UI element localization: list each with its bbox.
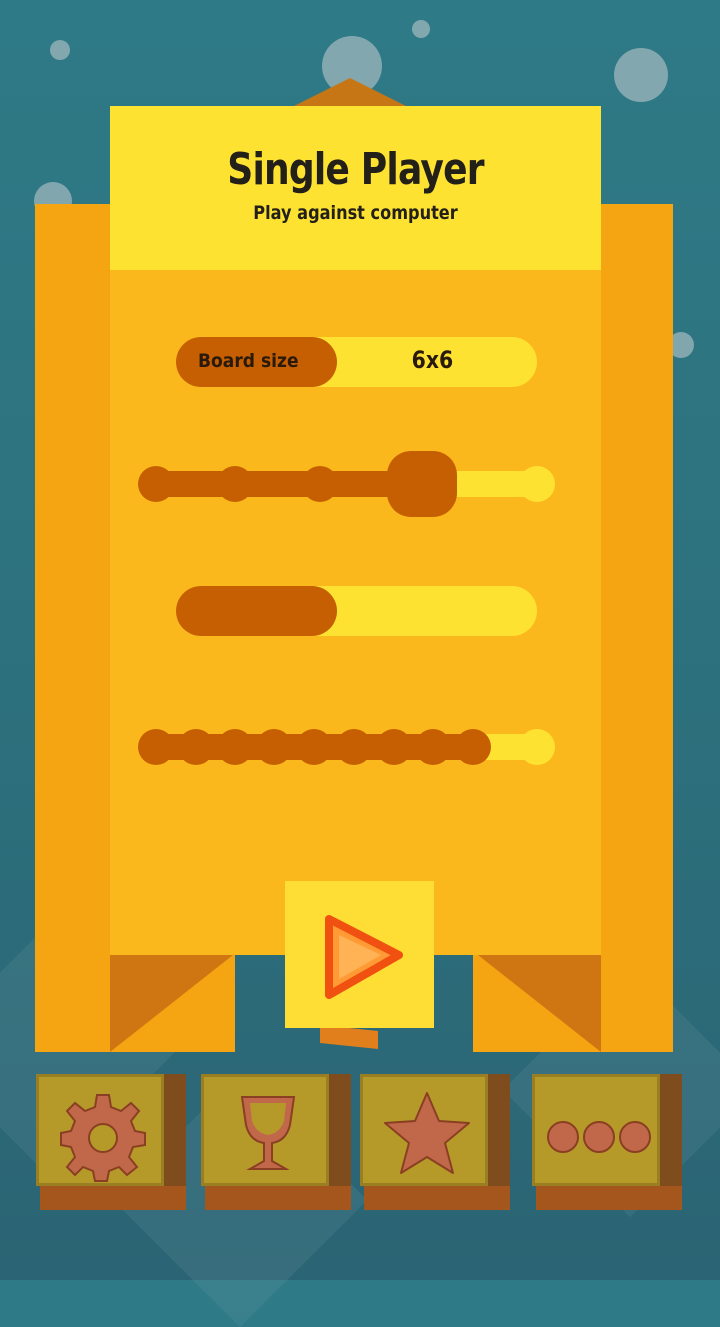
gear-icon	[60, 1094, 146, 1182]
difficulty-slider-knob[interactable]	[387, 451, 457, 517]
settings-card: Single Player Play against computer	[110, 106, 601, 955]
tile-bottom	[40, 1186, 186, 1210]
star-icon	[384, 1092, 470, 1174]
trophy-icon	[240, 1096, 296, 1170]
slider-step[interactable]	[256, 729, 292, 765]
background-bubble	[50, 40, 70, 60]
slider-step[interactable]	[519, 466, 555, 502]
mode-toggle-fill	[176, 586, 337, 636]
slider-step[interactable]	[336, 729, 372, 765]
slider-step[interactable]	[178, 729, 214, 765]
card-fold-left	[110, 955, 233, 1052]
card-header: Single Player Play against computer	[110, 106, 601, 270]
play-icon	[325, 915, 403, 999]
card-fold-right	[478, 955, 601, 1052]
more-button[interactable]	[532, 1074, 660, 1186]
slider-step[interactable]	[138, 729, 174, 765]
play-button-tab	[320, 1024, 378, 1050]
mode-toggle[interactable]	[176, 586, 537, 636]
slider-step[interactable]	[296, 729, 332, 765]
play-button[interactable]	[285, 881, 434, 1028]
page-subtitle: Play against computer	[253, 202, 458, 224]
more-icon	[547, 1121, 651, 1153]
slider-step[interactable]	[217, 729, 253, 765]
slider-step[interactable]	[415, 729, 451, 765]
page-title: Single Player	[227, 144, 484, 195]
slider-step[interactable]	[376, 729, 412, 765]
board-size-value: 6x6	[411, 346, 454, 374]
leaderboard-button[interactable]	[201, 1074, 329, 1186]
slider-step[interactable]	[302, 466, 338, 502]
difficulty-slider-fill	[143, 471, 423, 497]
slider-step[interactable]	[217, 466, 253, 502]
tile-bottom	[364, 1186, 510, 1210]
card-top-peak	[290, 78, 410, 108]
board-size-toggle[interactable]: Board size 6x6	[176, 337, 537, 387]
background-bubble	[412, 20, 430, 38]
board-size-label: Board size	[198, 350, 299, 372]
tile-bottom	[536, 1186, 682, 1210]
favorites-button[interactable]	[360, 1074, 488, 1186]
background-bubble	[614, 48, 668, 102]
slider-step[interactable]	[138, 466, 174, 502]
settings-button[interactable]	[36, 1074, 164, 1186]
tile-bottom	[205, 1186, 351, 1210]
slider-step[interactable]	[455, 729, 491, 765]
slider-step[interactable]	[519, 729, 555, 765]
